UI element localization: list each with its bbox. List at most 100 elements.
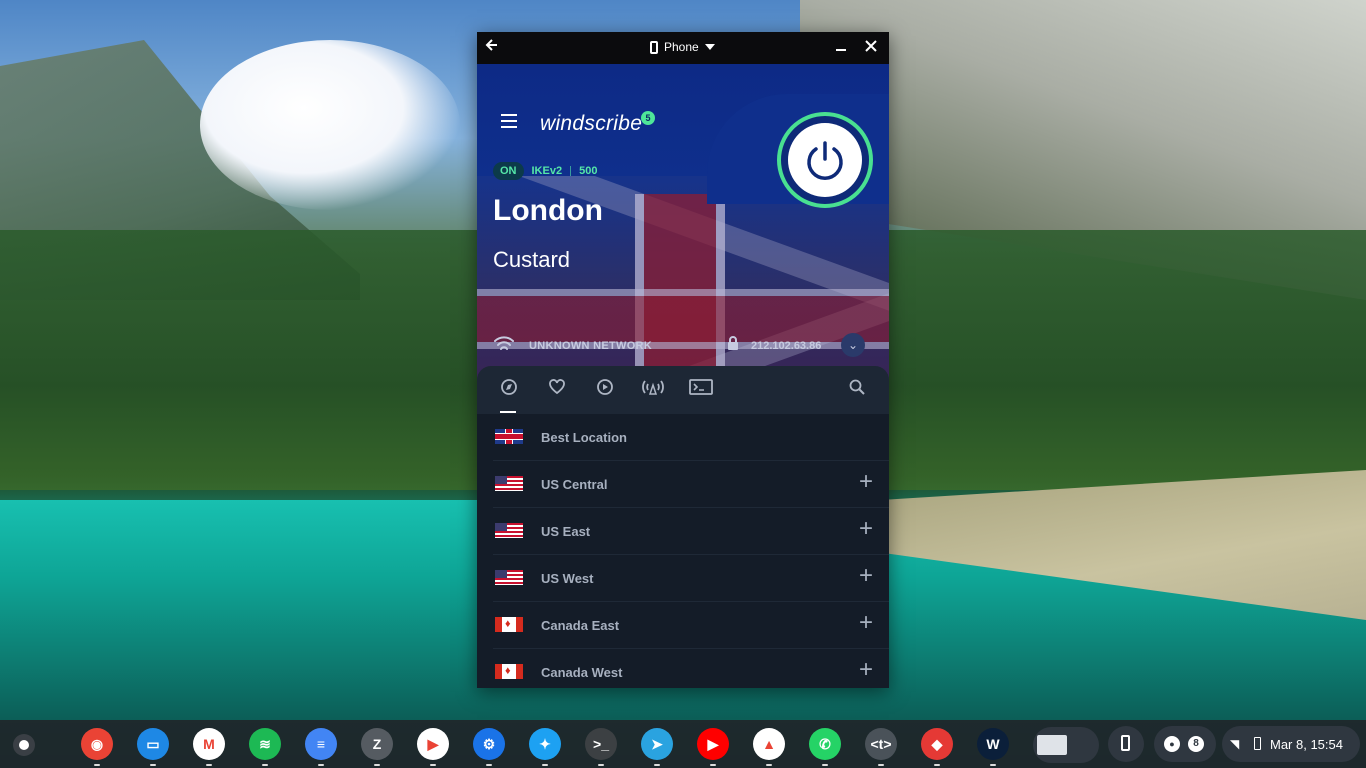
connection-status-row: ON IKEv2 500	[493, 162, 597, 180]
docs-icon[interactable]: ≡	[305, 728, 337, 760]
wifi-status-icon: ◥	[1230, 737, 1240, 751]
location-label: Canada West	[541, 665, 623, 680]
hamburger-menu-icon[interactable]	[501, 114, 517, 128]
youtube-icon[interactable]: ▶	[697, 728, 729, 760]
location-label: US East	[541, 524, 591, 539]
expand-plus-icon[interactable]: +	[859, 658, 873, 682]
notification-badge[interactable]: 5	[641, 111, 655, 125]
location-nickname: Custard	[493, 247, 571, 272]
running-indicator	[710, 764, 716, 766]
running-indicator	[598, 764, 604, 766]
list-item[interactable]: US East +	[493, 508, 889, 555]
expand-plus-icon[interactable]: +	[859, 470, 873, 494]
port-label[interactable]: 500	[579, 165, 597, 177]
expand-plus-icon[interactable]: +	[859, 517, 873, 541]
minimize-icon[interactable]	[835, 38, 847, 57]
window-mode-label: Phone	[664, 40, 699, 54]
app-status-icon: ●	[1164, 736, 1180, 752]
running-indicator	[430, 764, 436, 766]
window-mode-dropdown[interactable]: Phone	[650, 40, 715, 54]
network-name[interactable]: UNKNOWN NETWORK	[529, 340, 652, 352]
running-indicator	[94, 764, 100, 766]
chrome-icon[interactable]: ◉	[81, 728, 113, 760]
wallpaper-cloud	[200, 40, 460, 210]
gmail-icon[interactable]: M	[193, 728, 225, 760]
spotify-icon[interactable]: ≋	[249, 728, 281, 760]
terminal-app-icon[interactable]: >_	[585, 728, 617, 760]
list-item[interactable]: Canada East +	[493, 602, 889, 649]
expand-plus-icon[interactable]: +	[859, 564, 873, 588]
status-area[interactable]: ◥ Mar 8, 15:54	[1222, 726, 1360, 762]
list-item[interactable]: Canada West +	[493, 649, 889, 688]
location-label: Best Location	[541, 430, 627, 445]
notification-count: 8	[1188, 736, 1204, 752]
list-item[interactable]: US Central +	[493, 461, 889, 508]
window-titlebar[interactable]: Phone	[477, 32, 889, 64]
z-app-icon[interactable]: Z	[361, 728, 393, 760]
list-item[interactable]: Best Location	[493, 414, 889, 461]
clock: Mar 8, 15:54	[1270, 737, 1343, 752]
us-flag-icon	[495, 570, 523, 585]
status-badge: ON	[493, 162, 524, 180]
notification-tray[interactable]: ● 8	[1154, 726, 1216, 762]
location-label: US Central	[541, 477, 608, 492]
twitter-icon[interactable]: ✦	[529, 728, 561, 760]
us-flag-icon	[495, 523, 523, 538]
location-city: London	[493, 194, 603, 227]
expand-plus-icon[interactable]: +	[859, 611, 873, 635]
connection-panel: windscribe 5 ON IKEv2 500 London Custard	[477, 64, 889, 399]
running-indicator	[654, 764, 660, 766]
launcher-icon[interactable]	[13, 734, 35, 756]
list-item[interactable]: US West +	[493, 555, 889, 602]
running-indicator	[486, 764, 492, 766]
connect-toggle-button[interactable]	[777, 112, 873, 208]
running-indicator	[990, 764, 996, 766]
running-indicator	[262, 764, 268, 766]
running-indicator	[542, 764, 548, 766]
code-app-icon[interactable]: <t>	[865, 728, 897, 760]
running-indicator	[150, 764, 156, 766]
compass-icon[interactable]	[497, 378, 521, 402]
phone-icon	[650, 40, 658, 54]
heart-icon[interactable]	[545, 378, 569, 402]
power-icon	[788, 123, 862, 197]
network-info-row: UNKNOWN NETWORK 212.102.63.86 ⌄	[477, 326, 889, 366]
search-icon[interactable]	[845, 378, 869, 402]
running-indicator	[206, 764, 212, 766]
window-thumbnail[interactable]	[1033, 727, 1099, 763]
running-indicator	[822, 764, 828, 766]
protocol-label[interactable]: IKEv2	[532, 165, 563, 177]
telegram-icon[interactable]: ➤	[641, 728, 673, 760]
broadcast-icon[interactable]	[640, 378, 664, 402]
play-icon[interactable]	[593, 378, 617, 402]
chevron-down-icon[interactable]: ⌄	[841, 333, 865, 357]
us-flag-icon	[495, 476, 523, 491]
pixel-app-icon[interactable]: ◆	[921, 728, 953, 760]
battery-icon	[1254, 737, 1261, 750]
files-icon[interactable]: ▭	[137, 728, 169, 760]
terminal-icon[interactable]	[689, 378, 713, 402]
wifi-icon[interactable]	[493, 335, 515, 353]
whatsapp-icon[interactable]: ✆	[809, 728, 841, 760]
canada-flag-icon	[495, 617, 523, 632]
divider	[570, 166, 572, 176]
location-list: Best Location US Central + US East + US …	[477, 414, 889, 688]
close-icon[interactable]	[865, 37, 877, 57]
settings-icon[interactable]: ⚙	[473, 728, 505, 760]
running-indicator	[934, 764, 940, 766]
location-label: Canada East	[541, 618, 620, 633]
drive-icon[interactable]: ▲	[753, 728, 785, 760]
windscribe-app-window: Phone windscribe 5 ON IKEv2 500 London C…	[477, 32, 889, 688]
uk-flag-icon	[495, 429, 523, 444]
running-indicator	[374, 764, 380, 766]
lock-icon	[727, 336, 739, 350]
active-tab-indicator	[500, 411, 516, 413]
phone-hub-icon[interactable]	[1108, 726, 1144, 762]
location-tabs	[477, 366, 889, 414]
canada-flag-icon	[495, 664, 523, 679]
windscribe-app-icon[interactable]: W	[977, 728, 1009, 760]
location-label: US West	[541, 571, 594, 586]
back-arrow-icon[interactable]	[485, 38, 503, 58]
play-store-icon[interactable]: ▶	[417, 728, 449, 760]
ip-address: 212.102.63.86	[751, 340, 822, 352]
